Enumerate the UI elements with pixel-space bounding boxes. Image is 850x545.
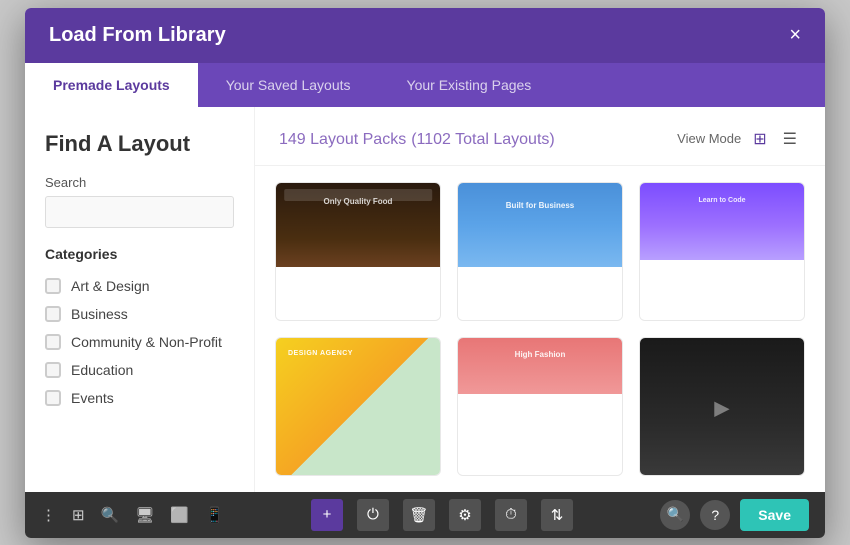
card-image-agency (458, 183, 622, 321)
content-header: 149 Layout Packs (1102 Total Layouts) Vi… (255, 107, 825, 166)
category-business[interactable]: Business (45, 300, 234, 328)
delete-button[interactable]: 🗑 (403, 499, 435, 531)
search-input[interactable] (45, 196, 234, 228)
tabs-bar: Premade Layouts Your Saved Layouts Your … (25, 63, 825, 107)
card-image-fashion (458, 338, 622, 476)
power-button[interactable]: ⏻ (357, 499, 389, 531)
grid-icon[interactable]: ⊞ (72, 506, 85, 524)
tab-saved-layouts[interactable]: Your Saved Layouts (198, 63, 379, 107)
tab-existing-pages[interactable]: Your Existing Pages (379, 63, 560, 107)
bottom-toolbar: ⋮ ⊞ 🔍 🖥 ⬜ 📱 + ⏻ 🗑 ⚙ ⏱ ⇅ (25, 492, 825, 538)
card-image-design (276, 338, 440, 476)
modal: Load From Library × Premade Layouts Your… (25, 8, 825, 538)
category-checkbox-art (45, 278, 61, 294)
card-image-lms (640, 183, 804, 321)
view-mode-controls: View Mode ⊞ ☰ (677, 125, 801, 153)
layout-card-dark[interactable]: Dark Layout Pack (639, 337, 805, 476)
layouts-grid: Restaurant Layout Pack Agency Layout Pac… (255, 166, 825, 492)
add-button[interactable]: + (311, 499, 343, 531)
layout-card-lms[interactable]: Learning Management (LMS) Layout Pack (639, 182, 805, 321)
modal-header: Load From Library × (25, 8, 825, 63)
main-content: 149 Layout Packs (1102 Total Layouts) Vi… (255, 107, 825, 492)
category-checkbox-business (45, 306, 61, 322)
tab-premade[interactable]: Premade Layouts (25, 63, 198, 107)
search-toolbar-icon[interactable]: 🔍 (101, 506, 120, 524)
search-label: Search (45, 175, 234, 190)
sidebar: Find A Layout Search Categories Art & De… (25, 107, 255, 492)
layout-card-agency[interactable]: Agency Layout Pack (457, 182, 623, 321)
close-button[interactable]: × (789, 25, 801, 45)
save-button[interactable]: Save (740, 499, 809, 531)
layout-card-design[interactable]: Design Agency Layout Pack (275, 337, 441, 476)
category-education[interactable]: Education (45, 356, 234, 384)
sort-button[interactable]: ⇅ (541, 499, 573, 531)
list-view-icon[interactable]: ☰ (779, 125, 801, 153)
help-icon[interactable]: ? (700, 500, 730, 530)
tablet-icon[interactable]: ⬜ (170, 506, 189, 524)
menu-icon[interactable]: ⋮ (41, 506, 56, 524)
layout-card-fashion[interactable]: Fashion Layout Pack (457, 337, 623, 476)
card-image-restaurant (276, 183, 440, 321)
card-image-dark (640, 338, 804, 476)
category-community[interactable]: Community & Non-Profit (45, 328, 234, 356)
toolbar-left: ⋮ ⊞ 🔍 🖥 ⬜ 📱 (41, 506, 224, 524)
sidebar-title: Find A Layout (45, 131, 234, 157)
category-checkbox-community (45, 334, 61, 350)
search-right-icon[interactable]: 🔍 (660, 500, 690, 530)
category-checkbox-education (45, 362, 61, 378)
mobile-icon[interactable]: 📱 (205, 506, 224, 524)
category-art-design[interactable]: Art & Design (45, 272, 234, 300)
category-checkbox-events (45, 390, 61, 406)
history-button[interactable]: ⏱ (495, 499, 527, 531)
layout-count: 149 Layout Packs (1102 Total Layouts) (279, 128, 555, 149)
modal-body: Find A Layout Search Categories Art & De… (25, 107, 825, 492)
grid-view-icon[interactable]: ⊞ (749, 125, 770, 153)
settings-button[interactable]: ⚙ (449, 499, 481, 531)
toolbar-center: + ⏻ 🗑 ⚙ ⏱ ⇅ (311, 499, 573, 531)
category-events[interactable]: Events (45, 384, 234, 412)
toolbar-right: 🔍 ? Save (660, 499, 809, 531)
desktop-icon[interactable]: 🖥 (135, 506, 154, 524)
categories-title: Categories (45, 246, 234, 262)
modal-title: Load From Library (49, 24, 226, 47)
layout-card-restaurant[interactable]: Restaurant Layout Pack (275, 182, 441, 321)
